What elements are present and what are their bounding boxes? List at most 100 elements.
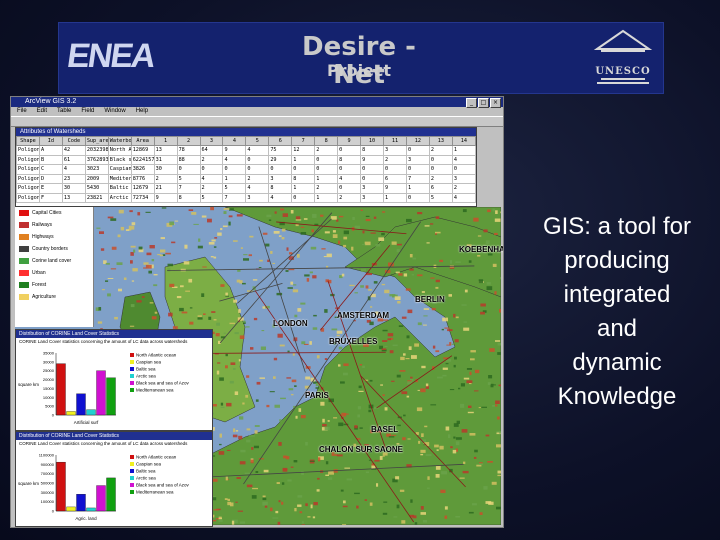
land-cover-patch <box>444 515 448 519</box>
table-row[interactable]: PoligonA4220323982North Atlantic12869137… <box>16 145 477 156</box>
legend-swatch <box>19 282 29 288</box>
table-header-cell[interactable]: 14 <box>451 136 477 146</box>
legend-item[interactable]: Highways <box>15 231 93 243</box>
table-header-cell[interactable]: 10 <box>360 136 384 146</box>
land-cover-patch <box>425 383 429 387</box>
table-header-cell[interactable]: Waterbo <box>107 136 132 146</box>
table-header-cell[interactable]: Code <box>61 136 86 146</box>
land-cover-patch <box>332 234 338 238</box>
land-cover-patch <box>272 517 279 519</box>
y-tick-label: 700000 <box>41 471 55 476</box>
land-cover-patch <box>251 495 257 499</box>
land-cover-patch <box>408 346 412 350</box>
land-cover-patch <box>359 427 363 429</box>
table-row[interactable]: PoligonD232009Mediterranean8776254123814… <box>16 173 477 184</box>
menu-table[interactable]: Table <box>57 107 71 116</box>
table-header-cell[interactable]: 2 <box>176 136 201 146</box>
chart-legend-swatch <box>130 374 134 378</box>
table-row[interactable]: PoligonF1323821Arctic sea727349857340123… <box>16 192 477 203</box>
land-cover-patch <box>216 322 220 326</box>
land-cover-patch <box>378 237 385 241</box>
table-header-cell[interactable]: Area <box>130 136 155 146</box>
land-cover-patch <box>153 284 158 287</box>
land-cover-patch <box>125 229 130 231</box>
table-header-cell[interactable]: 9 <box>337 136 362 146</box>
land-cover-patch <box>279 344 285 347</box>
land-cover-patch <box>326 253 332 258</box>
land-cover-patch <box>467 411 474 414</box>
legend-item[interactable]: Forest <box>15 279 93 291</box>
land-cover-patch <box>327 420 330 422</box>
land-cover-patch <box>312 275 317 279</box>
legend-item[interactable]: Urban <box>15 267 93 279</box>
land-cover-patch <box>356 505 359 509</box>
land-cover-patch <box>324 358 328 360</box>
land-cover-patch <box>382 512 388 515</box>
table-header-cell[interactable]: 13 <box>428 136 453 146</box>
table-header-cell[interactable]: 1 <box>153 136 178 146</box>
land-cover-patch <box>421 433 424 437</box>
land-cover-patch <box>486 282 491 285</box>
land-cover-patch <box>423 315 428 317</box>
land-cover-patch <box>448 294 452 297</box>
menu-field[interactable]: Field <box>81 107 94 116</box>
land-cover-patch <box>492 263 497 267</box>
land-cover-patch <box>455 437 462 440</box>
table-cell: 8 <box>291 173 316 184</box>
table-header-cell[interactable]: Id <box>38 136 63 146</box>
table-header-cell[interactable]: 3 <box>199 136 224 146</box>
land-cover-patch <box>497 352 501 355</box>
slide-text-line: producing <box>564 247 670 274</box>
land-cover-patch <box>389 350 394 354</box>
menu-file[interactable]: File <box>17 107 27 116</box>
land-cover-patch <box>412 515 417 519</box>
land-cover-patch <box>218 451 225 455</box>
table-row[interactable]: PoligonB6137628930Black sea6224157318824… <box>16 154 477 165</box>
land-cover-patch <box>400 356 405 361</box>
land-cover-patch <box>275 510 279 514</box>
legend-item[interactable]: Country borders <box>15 243 93 255</box>
table-header-cell[interactable]: 8 <box>314 136 339 146</box>
land-cover-patch <box>473 456 477 459</box>
city-label: AMSTERDAM <box>337 311 389 320</box>
land-cover-patch <box>197 245 203 249</box>
legend-item[interactable]: Corine land cover <box>15 255 93 267</box>
table-header-cell[interactable]: 4 <box>222 136 247 146</box>
table-cell: 0 <box>314 164 339 175</box>
land-cover-patch <box>287 479 292 482</box>
land-cover-patch <box>495 400 500 404</box>
land-cover-patch <box>402 437 406 441</box>
land-cover-patch <box>418 440 421 444</box>
table-header-cell[interactable]: 7 <box>291 136 316 146</box>
banner: ENEA Desire - Net Project UNESCO <box>58 22 664 94</box>
table-header-cell[interactable]: Sup_area <box>84 136 109 146</box>
bar <box>76 494 86 512</box>
y-tick-label: 0 <box>52 509 55 514</box>
menu-help[interactable]: Help <box>136 107 148 116</box>
menu-window[interactable]: Window <box>104 107 125 116</box>
chart-legend-swatch <box>130 367 134 371</box>
menu-edit[interactable]: Edit <box>37 107 47 116</box>
table-header-cell[interactable]: 5 <box>245 136 270 146</box>
land-cover-patch <box>500 211 501 214</box>
table-header-cell[interactable]: 6 <box>268 136 293 146</box>
land-cover-patch <box>416 407 423 412</box>
table-header-cell[interactable]: 11 <box>383 136 407 146</box>
chart-title: Distribution of CORINE Land Cover Statis… <box>16 432 212 440</box>
land-cover-patch <box>336 219 339 222</box>
land-cover-patch <box>426 487 430 489</box>
y-tick-label: 25000 <box>43 368 55 373</box>
land-cover-patch <box>256 381 261 385</box>
land-cover-patch <box>312 516 316 519</box>
legend-item[interactable]: Capital Cities <box>15 207 93 219</box>
table-header-cell[interactable]: 12 <box>405 136 430 146</box>
land-cover-patch <box>213 509 219 511</box>
legend-item[interactable]: Agriculture <box>15 291 93 303</box>
legend-item[interactable]: Railways <box>15 219 93 231</box>
table-cell: 7 <box>176 183 201 194</box>
table-header-cell[interactable]: Shape <box>16 136 40 146</box>
table-row[interactable]: PoligonC43023Caspian sea3826300000000000… <box>16 164 477 175</box>
table-row[interactable]: PoligonE305430Baltic sea1267921725481203… <box>16 183 477 194</box>
land-cover-patch <box>474 369 480 374</box>
land-cover-patch <box>322 424 327 427</box>
